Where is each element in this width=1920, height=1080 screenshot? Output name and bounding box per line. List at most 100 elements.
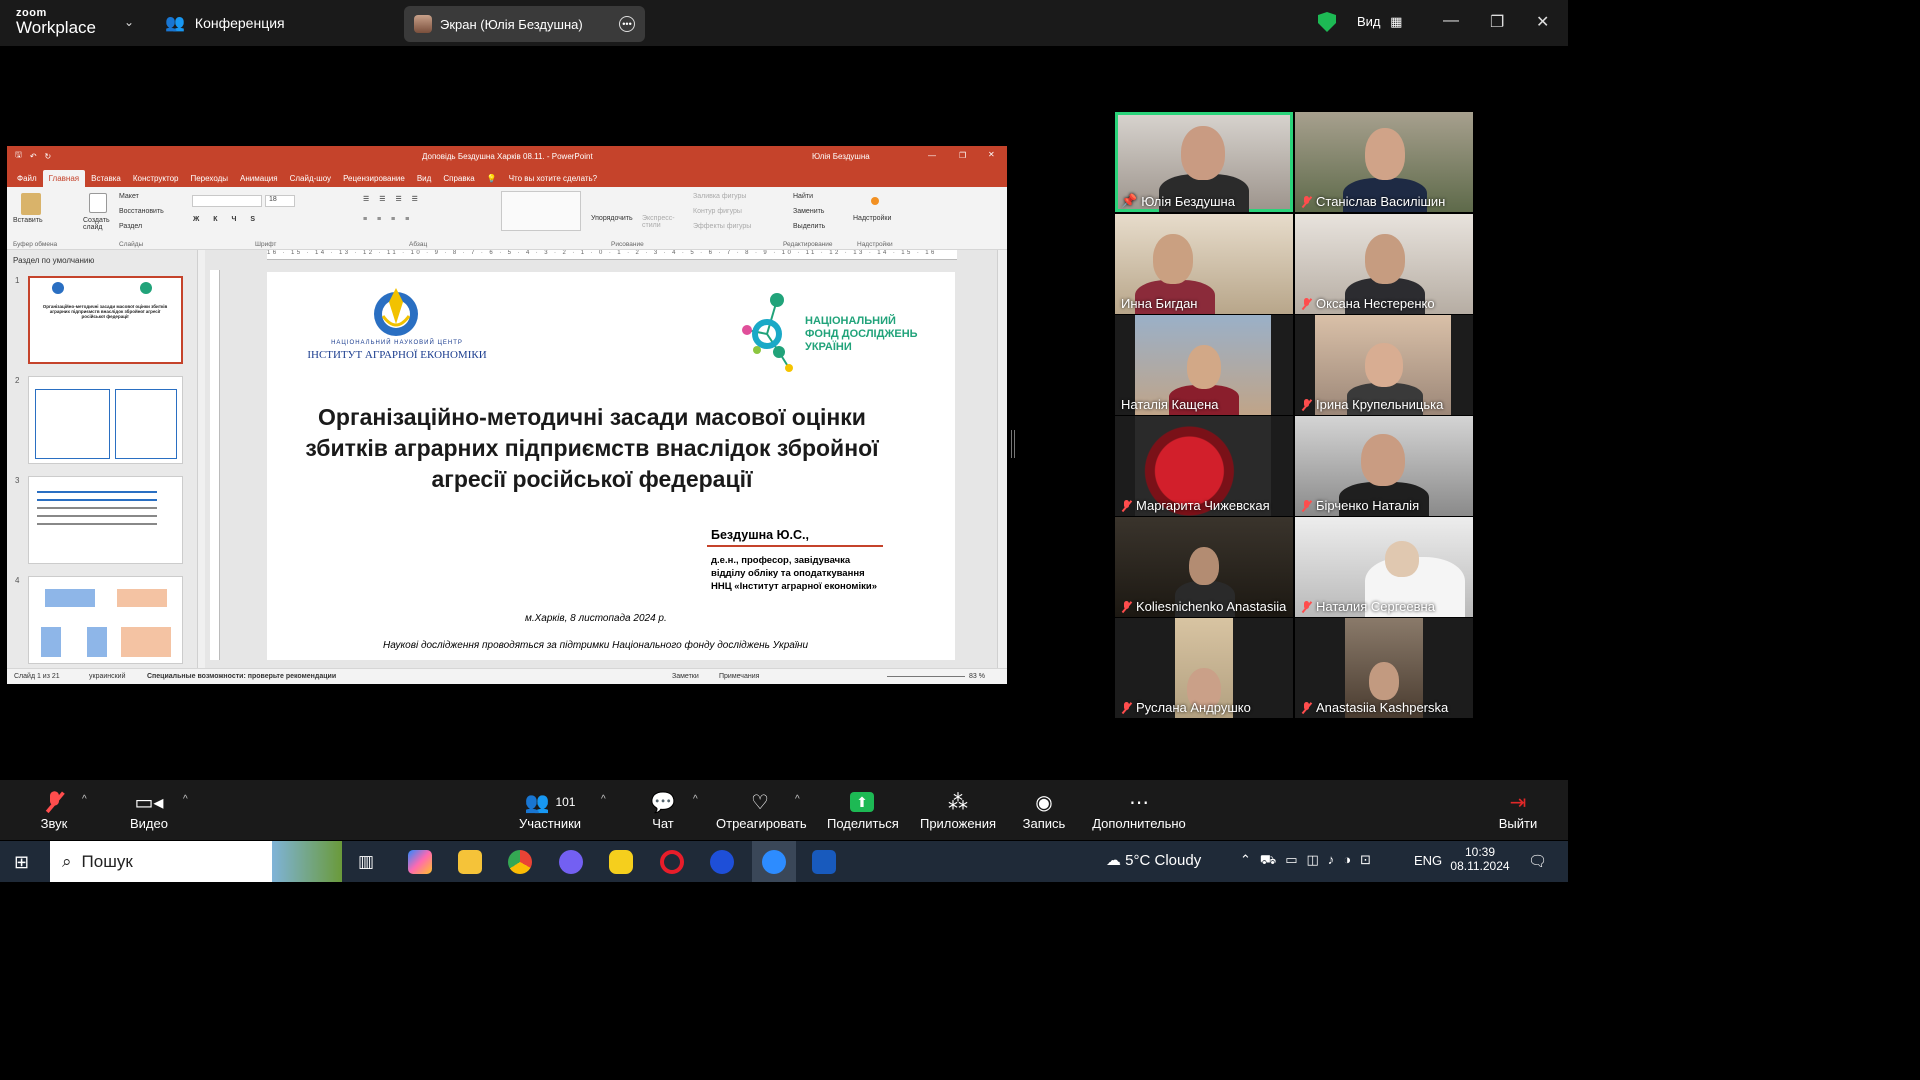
participant-tile[interactable]: Наталия Сергеевна: [1295, 517, 1473, 617]
language-indicator[interactable]: ENG: [1414, 853, 1442, 868]
task-view-icon[interactable]: ▥: [358, 852, 374, 872]
shape-effects-button[interactable]: Эффекты фигуры: [693, 223, 751, 230]
participants-button[interactable]: 👥 101 Участники: [518, 788, 582, 832]
tab-home[interactable]: Главная: [42, 170, 86, 187]
participant-tile[interactable]: Маргарита Чижевская: [1115, 416, 1293, 516]
windows-start-icon[interactable]: ⊞: [14, 852, 29, 873]
save-icon[interactable]: 🖫: [15, 149, 22, 163]
participant-tile[interactable]: Оксана Нестеренко: [1295, 214, 1473, 314]
participant-tile[interactable]: Koliesnichenko Anastasiia: [1115, 517, 1293, 617]
screen-share-indicator[interactable]: Экран (Юлія Бездушна) •••: [404, 6, 645, 42]
slide-thumbnail-3[interactable]: [28, 476, 183, 564]
font-size-select[interactable]: 18: [265, 195, 295, 207]
slide-thumbnail-4[interactable]: [28, 576, 183, 664]
layout-button[interactable]: Макет: [119, 193, 139, 200]
leave-button[interactable]: ⇥ Выйти: [1498, 788, 1538, 832]
participant-tile[interactable]: Бірченко Наталія: [1295, 416, 1473, 516]
audio-options-caret[interactable]: ^: [82, 794, 87, 805]
addins-button[interactable]: Надстройки: [853, 215, 891, 222]
slide-thumbnail-1[interactable]: Організаційно-методичні засади масової о…: [28, 276, 183, 364]
audio-button[interactable]: Звук: [36, 788, 72, 831]
tab-transitions[interactable]: Переходы: [184, 170, 234, 187]
clock[interactable]: 10:39 08.11.2024: [1450, 845, 1510, 873]
word-icon[interactable]: [812, 850, 836, 874]
redo-icon[interactable]: ↻: [45, 152, 52, 161]
chevron-down-icon[interactable]: ⌄: [124, 15, 134, 29]
share-button[interactable]: ⬆ Поделиться: [827, 788, 899, 831]
thumbnails-scrollbar[interactable]: [197, 250, 205, 668]
tab-animation[interactable]: Анимация: [234, 170, 284, 187]
restore-icon[interactable]: ❐: [959, 151, 966, 160]
quick-styles-button[interactable]: Экспресс-стили: [642, 215, 676, 229]
find-button[interactable]: Найти: [793, 193, 813, 200]
view-menu[interactable]: Вид ▦: [1357, 14, 1402, 30]
shape-fill-button[interactable]: Заливка фигуры: [693, 193, 746, 200]
zoom-logo[interactable]: zoom Workplace: [16, 8, 96, 37]
participant-tile[interactable]: Наталія Кащена: [1115, 315, 1293, 415]
more-options-icon[interactable]: •••: [619, 16, 635, 32]
align-buttons[interactable]: ≡ ≡ ≡ ≡: [363, 216, 413, 223]
notifications-icon[interactable]: 🗨: [1528, 852, 1547, 870]
webex-icon[interactable]: [710, 850, 734, 874]
participant-tile[interactable]: 📌 Юлія Бездушна: [1115, 112, 1293, 212]
security-shield-icon[interactable]: [1318, 12, 1336, 32]
record-button[interactable]: ◉ Запись: [1022, 788, 1066, 832]
new-slide-button[interactable]: Создать слайд: [83, 217, 117, 231]
weather-widget[interactable]: ☁ 5°C Cloudy: [1106, 851, 1201, 869]
chat-button[interactable]: 💬 Чат: [646, 788, 680, 832]
paragraph-buttons[interactable]: ☰ ☰ ☰ ☰: [363, 195, 422, 203]
new-slide-icon[interactable]: [89, 193, 107, 213]
taskbar-search[interactable]: ⌕ Пошук: [50, 841, 342, 882]
file-explorer-icon[interactable]: [458, 850, 482, 874]
tab-review[interactable]: Рецензирование: [337, 170, 411, 187]
notes-button[interactable]: Заметки: [672, 673, 699, 680]
viber-icon[interactable]: [559, 850, 583, 874]
zoom-slider[interactable]: [887, 676, 965, 677]
participants-options-caret[interactable]: ^: [601, 794, 606, 805]
more-button[interactable]: ⋯ Дополнительно: [1092, 788, 1186, 832]
minimize-icon[interactable]: —: [1443, 12, 1459, 30]
video-button[interactable]: ▭◂ Видео: [128, 788, 170, 832]
tell-me-search[interactable]: Что вы хотите сделать?: [503, 170, 603, 187]
shape-outline-button[interactable]: Контур фигуры: [693, 208, 742, 215]
close-icon[interactable]: ✕: [988, 150, 995, 159]
copilot-icon[interactable]: [408, 850, 432, 874]
apps-button[interactable]: ⁂ Приложения: [918, 788, 998, 832]
system-tray-icons[interactable]: ⌃⛟▭◫♪◑⊡: [1240, 852, 1380, 870]
font-format-buttons[interactable]: Ж К Ч S: [193, 216, 261, 223]
participant-tile[interactable]: Инна Бигдан: [1115, 214, 1293, 314]
slide-thumbnail-2[interactable]: [28, 376, 183, 464]
split-resize-handle[interactable]: [1011, 430, 1015, 458]
replace-button[interactable]: Заменить: [793, 208, 824, 215]
addins-icon[interactable]: [871, 197, 879, 205]
video-options-caret[interactable]: ^: [183, 794, 188, 805]
close-icon[interactable]: ✕: [1536, 12, 1549, 32]
participant-tile[interactable]: Ірина Крупельницька: [1295, 315, 1473, 415]
shapes-gallery[interactable]: [501, 191, 581, 231]
participant-tile[interactable]: Станіслав Василішин: [1295, 112, 1473, 212]
opera-icon[interactable]: [660, 850, 684, 874]
font-family-select[interactable]: [192, 195, 262, 207]
minimize-icon[interactable]: —: [928, 151, 936, 160]
tab-file[interactable]: Файл: [11, 170, 43, 187]
reset-button[interactable]: Восстановить: [119, 208, 164, 215]
chrome-icon[interactable]: [508, 850, 532, 874]
section-label[interactable]: Раздел по умолчанию: [13, 256, 94, 265]
zoom-percent[interactable]: 83 %: [969, 673, 985, 680]
participant-tile[interactable]: Руслана Андрушко: [1115, 618, 1293, 718]
react-button[interactable]: ♡ Отреагировать: [716, 788, 807, 832]
chat-options-caret[interactable]: ^: [693, 794, 698, 805]
paste-icon[interactable]: [21, 193, 41, 215]
sticky-notes-icon[interactable]: [609, 850, 633, 874]
paste-button[interactable]: Вставить: [13, 217, 43, 224]
language-indicator[interactable]: украинский: [89, 673, 126, 680]
section-button[interactable]: Раздел: [119, 223, 142, 230]
select-button[interactable]: Выделить: [793, 223, 825, 230]
zoom-taskbar-active[interactable]: [752, 841, 796, 882]
tab-help[interactable]: Справка: [437, 170, 480, 187]
react-options-caret[interactable]: ^: [795, 794, 800, 805]
undo-icon[interactable]: ↶: [30, 152, 37, 161]
current-slide[interactable]: НАЦІОНАЛЬНИЙ НАУКОВИЙ ЦЕНТР ІНСТИТУТ АГР…: [267, 272, 955, 660]
comments-button[interactable]: Примечания: [719, 673, 759, 680]
arrange-button[interactable]: Упорядочить: [591, 215, 633, 222]
